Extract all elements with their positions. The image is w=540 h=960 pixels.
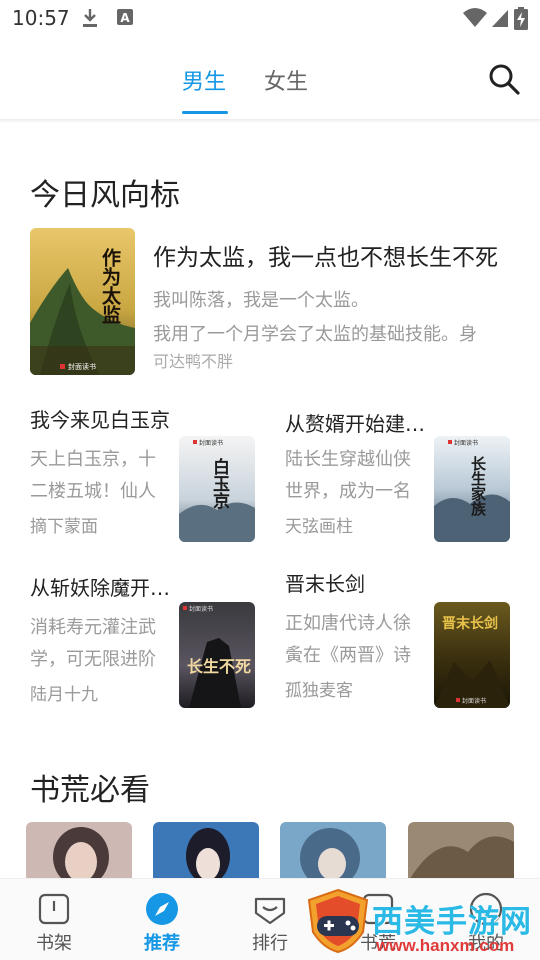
book-title[interactable]: 晋末长剑 (285, 568, 435, 597)
status-bar: 10:57 A (0, 0, 540, 36)
nav-label: 推荐 (144, 933, 180, 954)
compass-icon (146, 893, 178, 925)
svg-text:封面读书: 封面读书 (189, 605, 213, 613)
tab-male[interactable]: 男生 (182, 64, 226, 96)
book-desc: 天上白玉京，十 二楼五城！仙人 (30, 449, 156, 502)
header-divider (0, 119, 540, 123)
book-title[interactable]: 从斩妖除魔开始长生不死 (30, 572, 180, 601)
svg-text:白玉京: 白玉京 (209, 457, 230, 510)
nav-item-recommend[interactable]: 推荐 (122, 879, 202, 960)
nav-item-ranking[interactable]: 排行 (230, 879, 310, 960)
svg-text:封面读书: 封面读书 (454, 439, 478, 447)
battery-charging-icon (514, 7, 528, 30)
nav-label: 书架 (36, 933, 72, 954)
gamepad-shield-icon (307, 888, 369, 954)
book-desc: 陆长生穿越仙侠 世界，成为一名 (285, 449, 411, 502)
book-cover[interactable]: 晋末长剑 封面读书 (434, 602, 510, 708)
svg-text:A: A (120, 11, 130, 25)
book-author: 孤独麦客 (285, 681, 353, 701)
featured-book-cover[interactable]: 作为太监 封面读书 (30, 228, 135, 375)
svg-text:长生不死: 长生不死 (187, 657, 251, 676)
wifi-icon (463, 8, 487, 27)
book-card[interactable]: 晋末长剑 正如唐代诗人徐 夤在《两晋》诗 孤独麦客 晋末长剑 封面读书 (285, 568, 525, 708)
book-title[interactable]: 从赘婿开始建立长生家族 (285, 408, 435, 437)
section-title-trend: 今日风向标 (30, 178, 180, 213)
book-cover[interactable] (280, 822, 386, 882)
featured-book-author: 可达鸭不胖 (153, 352, 234, 371)
book-desc: 正如唐代诗人徐 夤在《两晋》诗 (285, 613, 411, 666)
book-author: 摘下蒙面 (30, 517, 98, 537)
book-cover[interactable]: 长生家族 封面读书 (434, 436, 510, 542)
bookshelf-icon (38, 893, 70, 925)
nav-item-bookshelf[interactable]: 书架 (14, 879, 94, 960)
tab-active-indicator (182, 111, 228, 114)
watermark-url: www.hanxm.com (376, 936, 515, 955)
svg-text:封面读书: 封面读书 (462, 697, 486, 705)
nav-label: 排行 (252, 933, 288, 954)
section-title-must-read: 书荒必看 (30, 773, 150, 808)
book-cover[interactable] (26, 822, 132, 882)
book-cover[interactable]: 长生不死 封面读书 (179, 602, 255, 708)
text-a-icon: A (117, 9, 133, 25)
book-cover[interactable] (153, 822, 259, 882)
featured-book-desc-line2: 我用了一个月学会了太监的基础技能。身 (153, 324, 477, 345)
book-card[interactable]: 从赘婿开始建立长生家族 陆长生穿越仙侠 世界，成为一名 天弦画柱 长生家族 封面… (285, 408, 525, 548)
featured-book-desc-line1: 我叫陈落，我是一个太监。 (153, 290, 369, 311)
book-desc: 消耗寿元灌注武 学，可无限进阶 (30, 617, 156, 670)
book-cover[interactable] (408, 822, 514, 882)
featured-cover-badge: 封面读书 (68, 362, 96, 371)
book-title[interactable]: 我今来见白玉京 (30, 404, 180, 433)
status-time: 10:57 (12, 6, 70, 30)
book-author: 天弦画柱 (285, 517, 353, 537)
featured-cover-title: 作为太监 (99, 247, 121, 324)
search-icon[interactable] (487, 62, 521, 96)
download-icon (83, 9, 97, 27)
featured-book-title[interactable]: 作为太监，我一点也不想长生不死 (153, 238, 513, 272)
svg-text:长生家族: 长生家族 (469, 455, 487, 517)
book-cover[interactable]: 白玉京 封面读书 (179, 436, 255, 542)
tab-female[interactable]: 女生 (264, 64, 308, 96)
svg-text:封面读书: 封面读书 (199, 439, 223, 447)
ranking-icon (254, 897, 286, 925)
book-card[interactable]: 我今来见白玉京 天上白玉京，十 二楼五城！仙人 摘下蒙面 白玉京 封面读书 (30, 404, 270, 544)
watermark-text: 西美手游网 (372, 904, 532, 940)
signal-icon (492, 10, 508, 27)
svg-text:晋末长剑: 晋末长剑 (442, 615, 498, 632)
top-tab-header: 男生 女生 (0, 36, 540, 120)
book-author: 陆月十九 (30, 685, 98, 705)
book-card[interactable]: 从斩妖除魔开始长生不死 消耗寿元灌注武 学，可无限进阶 陆月十九 长生不死 封面… (30, 572, 270, 712)
